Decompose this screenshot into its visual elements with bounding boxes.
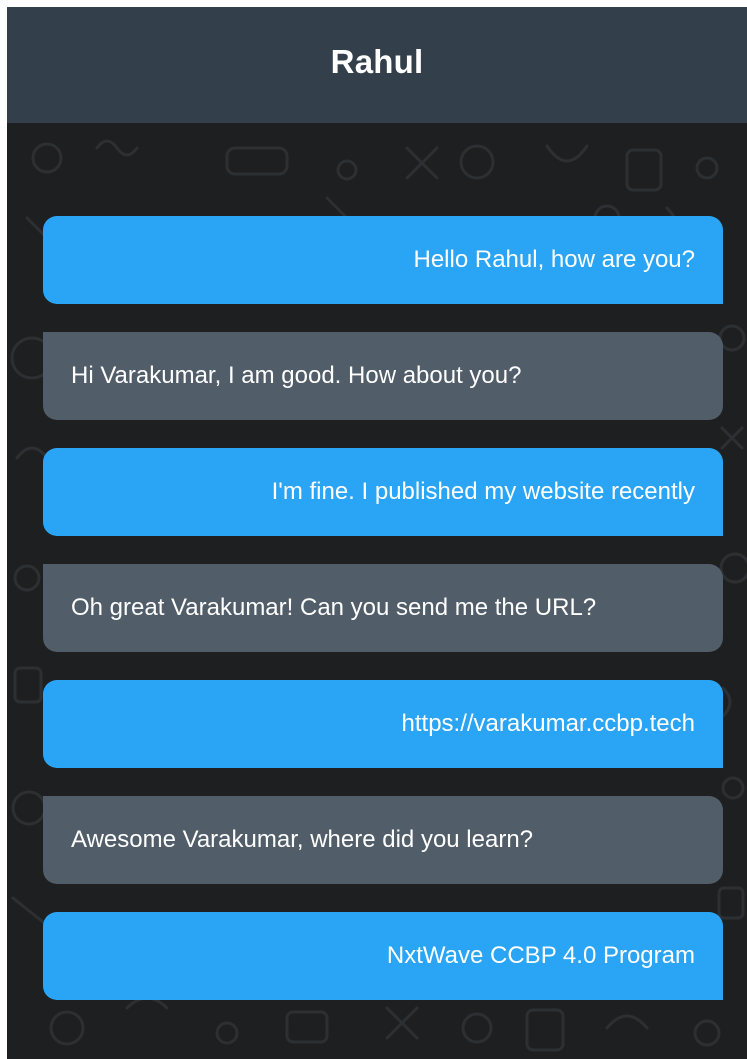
chat-header: Rahul: [7, 7, 747, 123]
message-text: Hello Rahul, how are you?: [413, 246, 696, 273]
message-text: I'm fine. I published my website recentl…: [271, 478, 695, 505]
message-bubble-sent[interactable]: https://varakumar.ccbp.tech: [43, 680, 723, 768]
message-bubble-received[interactable]: Awesome Varakumar, where did you learn?: [43, 796, 723, 884]
message-bubble-sent[interactable]: NxtWave CCBP 4.0 Program: [43, 912, 723, 1000]
message-text: Oh great Varakumar! Can you send me the …: [71, 594, 597, 621]
message-list: Hello Rahul, how are you? Hi Varakumar, …: [43, 216, 723, 1028]
message-text: https://varakumar.ccbp.tech: [401, 710, 695, 737]
message-bubble-received[interactable]: Oh great Varakumar! Can you send me the …: [43, 564, 723, 652]
message-bubble-received[interactable]: Hi Varakumar, I am good. How about you?: [43, 332, 723, 420]
message-bubble-sent[interactable]: Hello Rahul, how are you?: [43, 216, 723, 304]
message-text: Awesome Varakumar, where did you learn?: [71, 826, 534, 853]
chat-window: Rahul Hello Rahul, how are you? Hi Varak…: [7, 7, 747, 1059]
message-text: Hi Varakumar, I am good. How about you?: [71, 362, 522, 389]
contact-name: Rahul: [330, 43, 424, 80]
message-text: NxtWave CCBP 4.0 Program: [386, 942, 695, 969]
message-bubble-sent[interactable]: I'm fine. I published my website recentl…: [43, 448, 723, 536]
